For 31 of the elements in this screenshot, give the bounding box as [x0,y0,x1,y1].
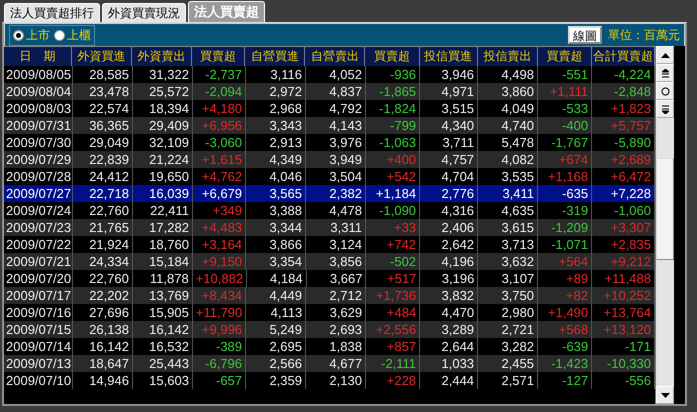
table-cell: 2,130 [306,372,366,389]
up-arrow-icon [660,52,670,58]
home-button[interactable] [656,82,674,100]
market-radio[interactable]: 上櫃 [54,26,91,44]
tab[interactable]: 法人買賣超排行 [4,3,100,22]
table-cell: -657 [192,372,246,389]
market-radio[interactable]: 上市 [13,26,50,44]
down-arrow-icon [660,392,670,398]
circle-icon [660,86,670,96]
table-cell: +228 [366,372,420,389]
table-cell: 2,359 [246,372,306,389]
chart-button[interactable]: 線圖 [568,26,602,44]
scroll-up-button[interactable] [656,46,674,64]
table-cell: 2,571 [478,372,538,389]
date-cell: 2009/07/10 [4,372,73,389]
radio-label: 上市 [26,26,50,44]
double-down-icon [662,104,668,114]
scroll-down-button[interactable] [656,386,674,404]
unit-label: 單位：百萬元 [608,26,680,44]
page-up-button[interactable] [656,64,674,82]
selected-row[interactable]: 2009/07/27 22,718 16,039 +6,679 3,565 2,382 +1,184 2,776 3,411 -635 +7,228 [4,185,655,202]
table-cell: 15,603 [132,372,193,389]
table-cell: 2,444 [420,372,478,389]
radio-icon[interactable] [13,30,24,40]
table-cell: -127 [538,372,592,389]
table-cell: 14,946 [73,372,133,389]
page-down-button[interactable] [656,100,674,118]
tab[interactable]: 外資買賣現況 [102,3,186,22]
scroll-thumb[interactable] [656,158,674,260]
radio-icon[interactable] [54,30,65,40]
radio-label: 上櫃 [67,26,91,44]
